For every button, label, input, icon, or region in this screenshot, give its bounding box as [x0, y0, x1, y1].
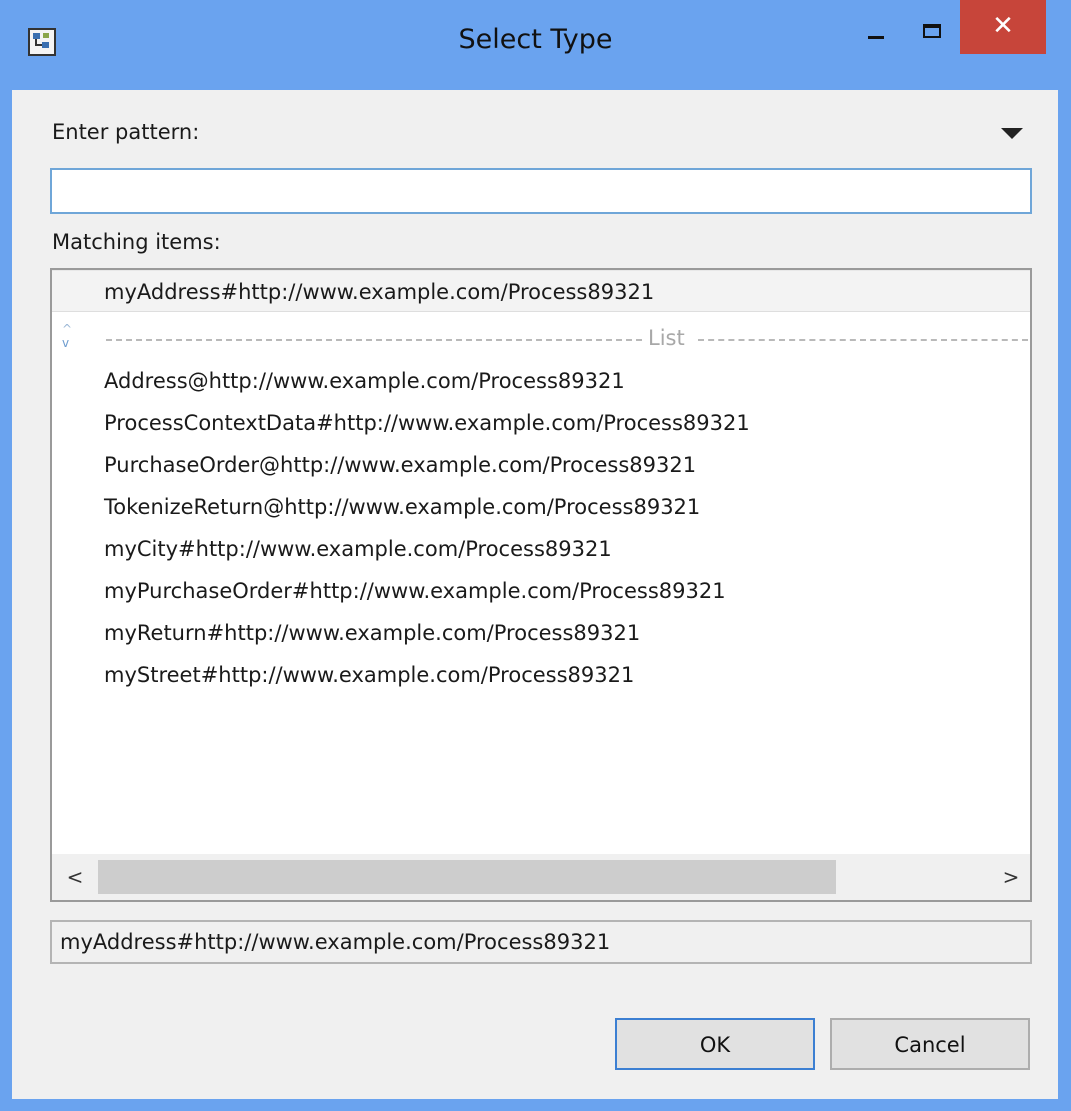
horizontal-scrollbar[interactable]: < >: [52, 854, 1030, 900]
scroll-right-icon[interactable]: >: [996, 862, 1026, 892]
minimize-button[interactable]: [848, 0, 904, 54]
list-item[interactable]: myPurchaseOrder#http://www.example.com/P…: [52, 570, 1030, 612]
ok-button[interactable]: OK: [615, 1018, 815, 1070]
pattern-input[interactable]: [50, 168, 1032, 214]
close-icon: ✕: [992, 11, 1014, 41]
list-item[interactable]: myStreet#http://www.example.com/Process8…: [52, 654, 1030, 696]
scroll-thumb[interactable]: [98, 860, 836, 894]
selected-item-status: myAddress#http://www.example.com/Process…: [50, 920, 1032, 964]
dropdown-triangle-icon[interactable]: [1001, 128, 1023, 139]
list-item[interactable]: TokenizeReturn@http://www.example.com/Pr…: [52, 486, 1030, 528]
list-item[interactable]: Address@http://www.example.com/Process89…: [52, 360, 1030, 402]
pattern-label: Enter pattern:: [52, 120, 200, 144]
history-list-item[interactable]: myAddress#http://www.example.com/Process…: [52, 270, 1030, 312]
minimize-icon: [868, 36, 884, 39]
list-item[interactable]: myCity#http://www.example.com/Process893…: [52, 528, 1030, 570]
list-item[interactable]: ProcessContextData#http://www.example.co…: [52, 402, 1030, 444]
maximize-button[interactable]: [904, 0, 960, 54]
select-type-dialog: Select Type ✕ Enter pattern: Matching it…: [0, 0, 1071, 1111]
maximize-icon: [923, 24, 941, 38]
list-item[interactable]: PurchaseOrder@http://www.example.com/Pro…: [52, 444, 1030, 486]
dialog-content: Enter pattern: Matching items: myAddress…: [12, 90, 1058, 1099]
scroll-left-icon[interactable]: <: [60, 862, 90, 892]
title-bar[interactable]: Select Type ✕: [0, 0, 1071, 90]
list-item[interactable]: myReturn#http://www.example.com/Process8…: [52, 612, 1030, 654]
matching-items-list[interactable]: myAddress#http://www.example.com/Process…: [50, 268, 1032, 902]
matching-items-label: Matching items:: [52, 230, 221, 254]
separator-line: [698, 339, 1028, 341]
chevron-up-icon[interactable]: ^: [62, 322, 72, 336]
chevron-down-icon[interactable]: v: [62, 336, 69, 350]
close-button[interactable]: ✕: [960, 0, 1046, 54]
list-separator: ^ v List: [52, 322, 1030, 358]
separator-label: List: [648, 326, 685, 350]
separator-line: [106, 339, 642, 341]
cancel-button[interactable]: Cancel: [830, 1018, 1030, 1070]
